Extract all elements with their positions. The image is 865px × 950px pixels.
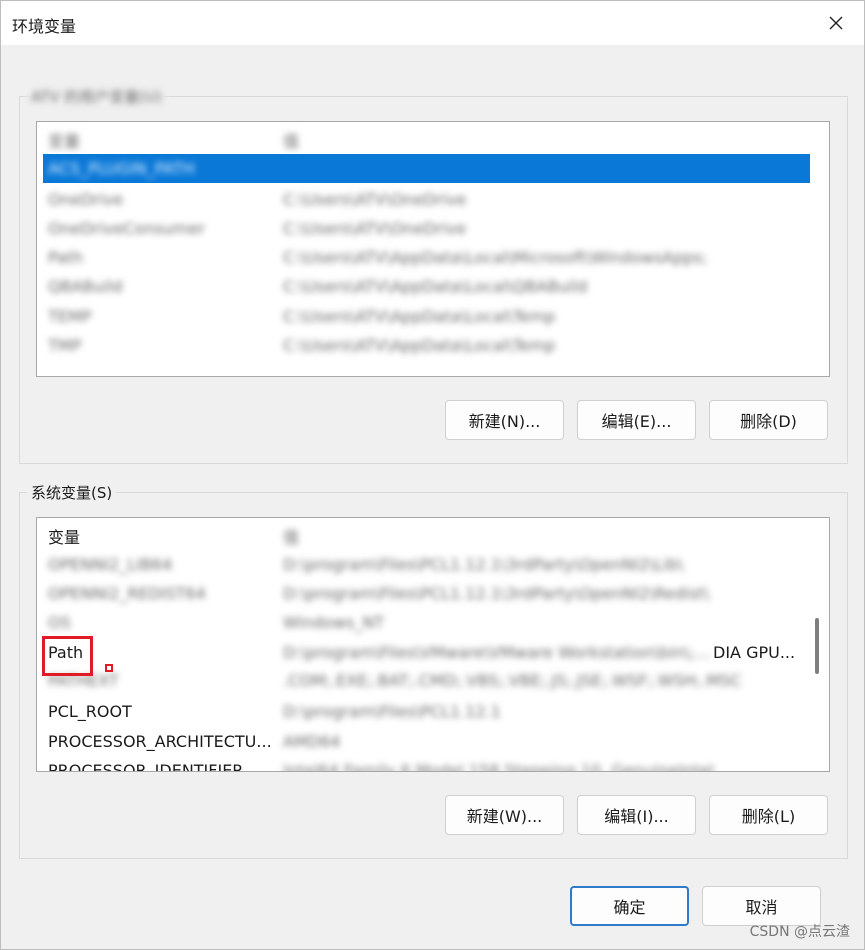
user-edit-button[interactable]: 编辑(E)... xyxy=(577,400,696,440)
system-var-row[interactable]: PCL_ROOT D:\program\Files\PCL1.12.1 xyxy=(43,697,810,726)
watermark-text: CSDN @点云渣 xyxy=(749,924,850,940)
user-var-row[interactable]: TEMP C:\Users\ATV\AppData\Local\Temp xyxy=(43,302,810,331)
system-var-name: OPENNI2_REDIST64 xyxy=(48,584,206,603)
system-var-name: OPENNI2_LIB64 xyxy=(48,555,173,574)
system-var-row[interactable]: PROCESSOR_ARCHITECTU... AMD64 xyxy=(43,727,810,756)
user-var-name: OneDriveConsumer xyxy=(48,219,205,238)
user-var-name: Path xyxy=(48,248,84,267)
column-header-variable[interactable]: 变量 xyxy=(48,128,80,152)
close-button[interactable] xyxy=(814,5,858,41)
system-var-value: D:\program\Files\PCL1.12.1 xyxy=(283,702,501,721)
system-var-name: PCL_ROOT xyxy=(48,702,132,721)
system-var-row[interactable]: OS Windows_NT xyxy=(43,608,810,637)
close-icon xyxy=(829,16,843,30)
ok-button[interactable]: 确定 xyxy=(570,886,689,926)
user-var-row[interactable]: OneDriveConsumer C:\Users\ATV\OneDrive xyxy=(43,214,810,243)
user-new-button[interactable]: 新建(N)... xyxy=(445,400,564,440)
system-var-name: PROCESSOR_IDENTIFIER xyxy=(48,761,244,772)
column-header-variable[interactable]: 变量 xyxy=(48,524,80,548)
user-var-name: ACS_PLUGIN_PATH xyxy=(48,159,195,178)
user-var-name: TMP xyxy=(48,336,82,355)
system-var-value: DIA GPU... xyxy=(713,643,796,662)
system-variables-label: 系统变量(S) xyxy=(27,482,117,503)
system-var-value: Intel64 Family 6 Model 158 Stepping 10, … xyxy=(283,761,714,772)
title-bar: 环境变量 xyxy=(1,1,864,45)
system-var-value-hidden: D:\program\Files\VMware\VMware Workstati… xyxy=(283,643,713,662)
system-var-row[interactable]: PATHEXT .COM;.EXE;.BAT;.CMD;.VBS;.VBE;.J… xyxy=(43,666,810,695)
user-var-name: OneDrive xyxy=(48,190,124,209)
system-var-row[interactable]: OPENNI2_LIB64 D:\program\Files\PCL1.12.1… xyxy=(43,550,810,579)
system-new-button[interactable]: 新建(W)... xyxy=(445,795,564,835)
user-var-value: C:\Users\ATV\OneDrive xyxy=(283,190,467,209)
system-list-header: 变量 值 xyxy=(37,518,829,548)
environment-variables-dialog: 环境变量 ATV 的用户变量(U) 变量 值 ACS_PLUGIN_PATH O… xyxy=(0,0,865,950)
system-scrollbar-thumb[interactable] xyxy=(815,618,819,674)
user-var-row[interactable]: TMP C:\Users\ATV\AppData\Local\Temp xyxy=(43,331,810,360)
system-var-row[interactable]: PROCESSOR_IDENTIFIER Intel64 Family 6 Mo… xyxy=(43,756,810,772)
system-var-value: .COM;.EXE;.BAT;.CMD;.VBS;.VBE;.JS;.JSE;.… xyxy=(283,671,742,690)
system-var-row[interactable]: OPENNI2_REDIST64 D:\program\Files\PCL1.1… xyxy=(43,579,810,608)
column-header-value[interactable]: 值 xyxy=(283,524,299,548)
user-var-value: C:\Users\ATV\AppData\Local\Microsoft\Win… xyxy=(283,248,708,267)
column-header-value[interactable]: 值 xyxy=(283,128,299,152)
system-var-value: D:\program\Files\PCL1.12.1\3rdParty\Open… xyxy=(283,584,710,603)
user-var-row[interactable]: QBABuild C:\Users\ATV\AppData\Local\QBAB… xyxy=(43,272,810,301)
system-var-value: AMD64 xyxy=(283,732,341,751)
path-highlight-box xyxy=(42,636,93,676)
user-list-scrollbar[interactable] xyxy=(815,124,827,374)
system-variables-list[interactable]: 变量 值 OPENNI2_LIB64 D:\program\Files\PCL1… xyxy=(36,517,830,772)
system-delete-button[interactable]: 删除(L) xyxy=(709,795,828,835)
system-edit-button[interactable]: 编辑(I)... xyxy=(577,795,696,835)
system-var-row-path[interactable]: Path D:\program\Files\VMware\VMware Work… xyxy=(43,638,810,667)
window-title: 环境变量 xyxy=(12,17,77,36)
user-list-header: 变量 值 xyxy=(37,122,829,152)
system-var-value: Windows_NT xyxy=(283,613,385,632)
user-var-row[interactable]: OneDrive C:\Users\ATV\OneDrive xyxy=(43,185,810,214)
user-var-name: TEMP xyxy=(48,307,92,326)
user-var-value: C:\Users\ATV\AppData\Local\Temp xyxy=(283,336,556,355)
cursor-marker xyxy=(105,664,113,672)
user-var-value: C:\Users\ATV\AppData\Local\QBABuild xyxy=(283,277,588,296)
system-var-name: OS xyxy=(48,613,71,632)
system-list-scrollbar[interactable] xyxy=(813,520,825,770)
cancel-button[interactable]: 取消 xyxy=(702,886,821,926)
system-var-name: PROCESSOR_ARCHITECTU... xyxy=(48,732,272,751)
user-delete-button[interactable]: 删除(D) xyxy=(709,400,828,440)
user-var-name: QBABuild xyxy=(48,277,123,296)
user-variables-list[interactable]: 变量 值 ACS_PLUGIN_PATH OneDrive C:\Users\A… xyxy=(36,121,830,377)
system-var-value: D:\program\Files\PCL1.12.1\3rdParty\Open… xyxy=(283,555,684,574)
user-var-value: C:\Users\ATV\AppData\Local\Temp xyxy=(283,307,556,326)
user-variables-label: ATV 的用户变量(U) xyxy=(27,86,166,107)
user-var-row[interactable]: ACS_PLUGIN_PATH xyxy=(43,154,810,183)
user-var-row[interactable]: Path C:\Users\ATV\AppData\Local\Microsof… xyxy=(43,243,810,272)
user-var-value: C:\Users\ATV\OneDrive xyxy=(283,219,467,238)
